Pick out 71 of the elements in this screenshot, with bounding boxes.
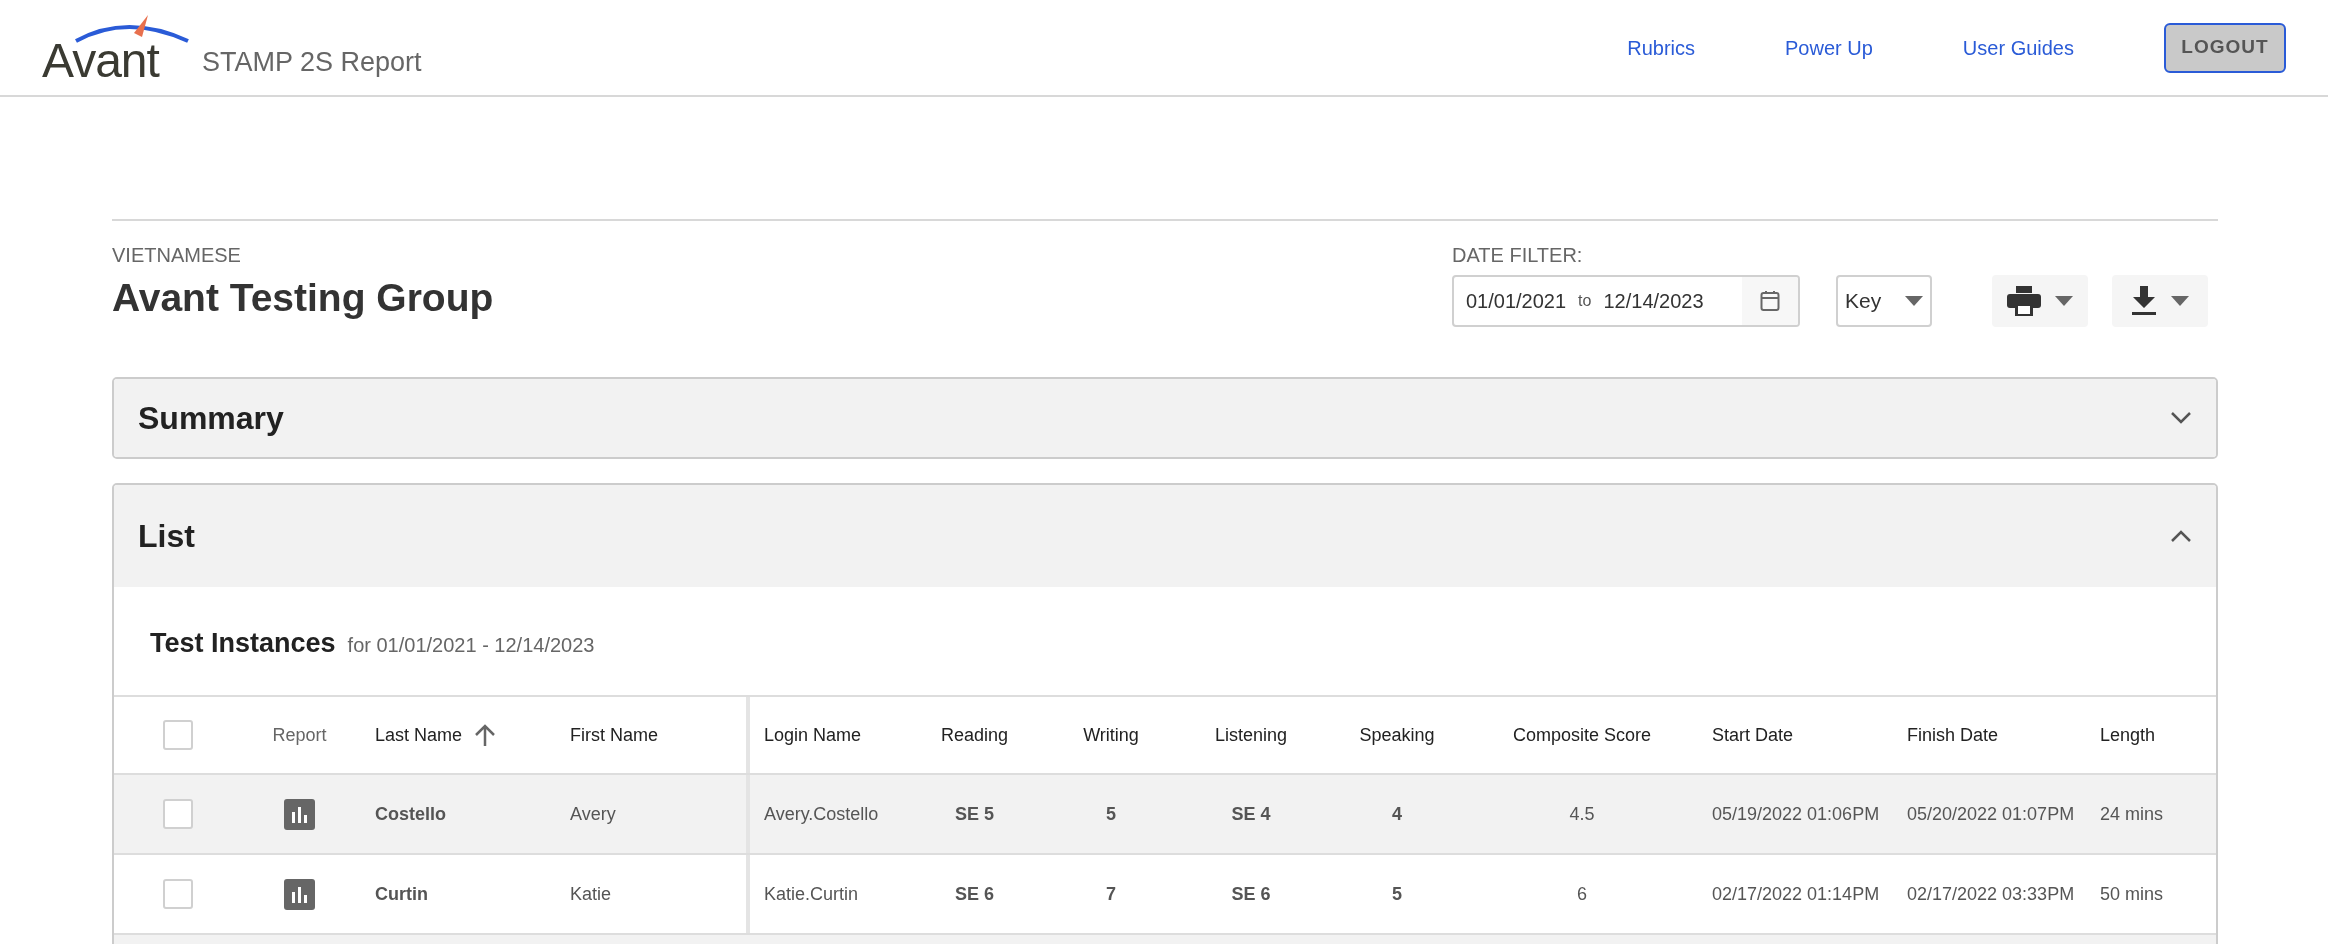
column-header[interactable]: Length <box>2100 721 2156 749</box>
table-cell-text: 5 <box>1106 802 1116 826</box>
nav-link[interactable]: Rubrics <box>1627 32 1696 63</box>
column-header[interactable]: Listening <box>1214 721 1288 749</box>
product-title: STAMP 2S Report <box>202 46 422 79</box>
column-header[interactable]: Finish Date <box>1907 721 1999 749</box>
table-cell-text: 6 <box>1577 882 1587 906</box>
caret-icon <box>2171 296 2189 306</box>
logo-text: Avant <box>42 36 159 85</box>
printer-icon <box>2007 286 2041 316</box>
table-cell-text: SE 4 <box>1231 802 1271 826</box>
table-cell-text: Katie.Curtin <box>764 882 859 906</box>
date-range-text: for 01/01/2021 - 12/14/2023 <box>347 633 595 658</box>
caret-icon <box>1905 296 1923 306</box>
calendar-icon[interactable] <box>1760 290 1780 312</box>
panel-title: Summary <box>138 399 284 438</box>
bar-chart-icon[interactable] <box>284 878 315 910</box>
table-cell-text: 4.5 <box>1569 802 1595 826</box>
date-range-field[interactable]: 01/01/2021 to 12/14/2023 <box>1452 275 1800 327</box>
table-cell-text: 05/20/2022 01:07PM <box>1907 802 2075 826</box>
date-filter-label: DATE FILTER: <box>1452 243 1584 267</box>
group-title: Avant Testing Group <box>112 275 494 321</box>
checkbox[interactable] <box>163 720 193 750</box>
column-header[interactable]: Speaking <box>1359 721 1435 749</box>
column-header[interactable]: Reading <box>940 721 1009 749</box>
print-button[interactable] <box>1992 275 2088 327</box>
table-cell-text: Avery <box>570 802 616 826</box>
caret-icon <box>2055 296 2073 306</box>
date-separator: to <box>1578 291 1592 311</box>
column-header[interactable]: Last Name <box>375 721 463 749</box>
column-header[interactable]: Report <box>272 721 327 749</box>
table-cell-text: 02/17/2022 01:14PM <box>1712 882 1880 906</box>
column-header[interactable]: Composite Score <box>1512 721 1652 749</box>
checkbox[interactable] <box>163 879 193 909</box>
nav-link[interactable]: User Guides <box>1962 32 2074 63</box>
table-cell-text: Avery.Costello <box>764 802 879 826</box>
table-cell-text: 4 <box>1392 802 1402 826</box>
date-from: 01/01/2021 <box>1465 289 1567 314</box>
table-cell-text: Katie <box>570 882 612 906</box>
arrow-up-icon[interactable] <box>474 723 497 747</box>
chevron-down-icon[interactable] <box>2170 411 2192 425</box>
table-cell-text: Curtin <box>375 882 428 906</box>
language-label: VIETNAMESE <box>112 243 242 267</box>
panel-header[interactable]: Summary <box>114 379 2216 457</box>
column-header[interactable]: First Name <box>570 721 658 749</box>
table-cell-text: 50 mins <box>2100 882 2164 906</box>
table-cell-text: 24 mins <box>2100 802 2164 826</box>
nav-link[interactable]: Power Up <box>1785 32 1873 63</box>
section-heading: Test Instances <box>150 626 336 660</box>
table-cell-text: 5 <box>1392 882 1402 906</box>
date-to: 12/14/2023 <box>1603 289 1704 314</box>
checkbox[interactable] <box>163 799 193 829</box>
download-icon <box>2131 286 2157 316</box>
bar-chart-icon[interactable] <box>284 798 315 830</box>
table-cell-text: 02/17/2022 03:33PM <box>1907 882 2075 906</box>
panel-header[interactable]: List <box>114 485 2216 587</box>
key-dropdown[interactable]: Key <box>1836 275 1932 327</box>
table-cell-text: SE 5 <box>955 802 994 826</box>
table-cell-text: 05/19/2022 01:06PM <box>1712 802 1880 826</box>
table-cell-text: Costello <box>375 802 446 826</box>
logout-button[interactable]: LOGOUT <box>2164 22 2286 73</box>
column-header[interactable]: Login Name <box>764 721 862 749</box>
download-button[interactable] <box>2112 275 2208 327</box>
table-cell-text: SE 6 <box>1231 882 1271 906</box>
table-cell-text: 7 <box>1106 882 1116 906</box>
logo-arc-icon <box>72 14 192 43</box>
column-header[interactable]: Start Date <box>1712 721 1794 749</box>
table-cell-text: SE 6 <box>955 882 994 906</box>
column-header[interactable]: Writing <box>1083 721 1139 749</box>
panel-title: List <box>138 517 195 556</box>
chevron-up-icon[interactable] <box>2170 529 2192 543</box>
